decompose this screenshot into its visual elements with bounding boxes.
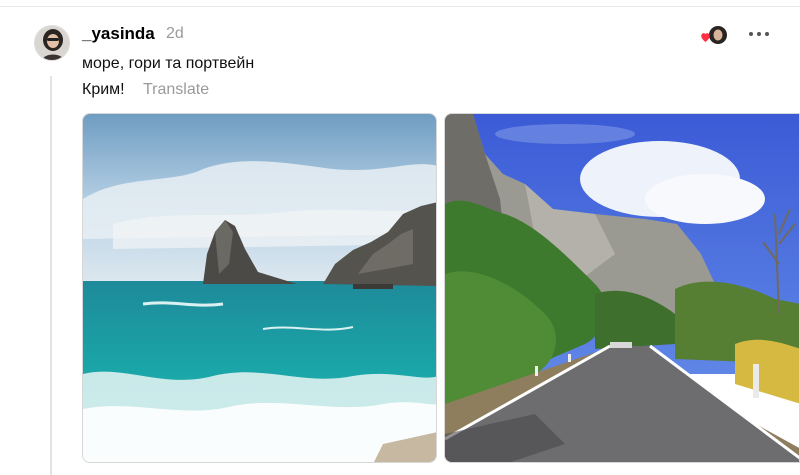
post-text-line-2: Крим!	[82, 81, 125, 98]
post-photo-sea[interactable]	[82, 113, 437, 463]
heart-with-avatar-icon[interactable]	[700, 24, 730, 46]
avatar-image	[35, 26, 69, 60]
more-options-icon[interactable]	[744, 22, 774, 46]
post-photo-road[interactable]	[444, 113, 800, 463]
translate-link[interactable]: Translate	[143, 81, 209, 99]
top-divider	[0, 0, 800, 7]
username[interactable]: _yasinda	[82, 24, 155, 44]
post-timestamp[interactable]: 2d	[166, 25, 184, 43]
avatar[interactable]	[34, 25, 70, 61]
thread-line	[50, 76, 52, 475]
post-text-line-1: море, гори та портвейн	[82, 55, 255, 72]
